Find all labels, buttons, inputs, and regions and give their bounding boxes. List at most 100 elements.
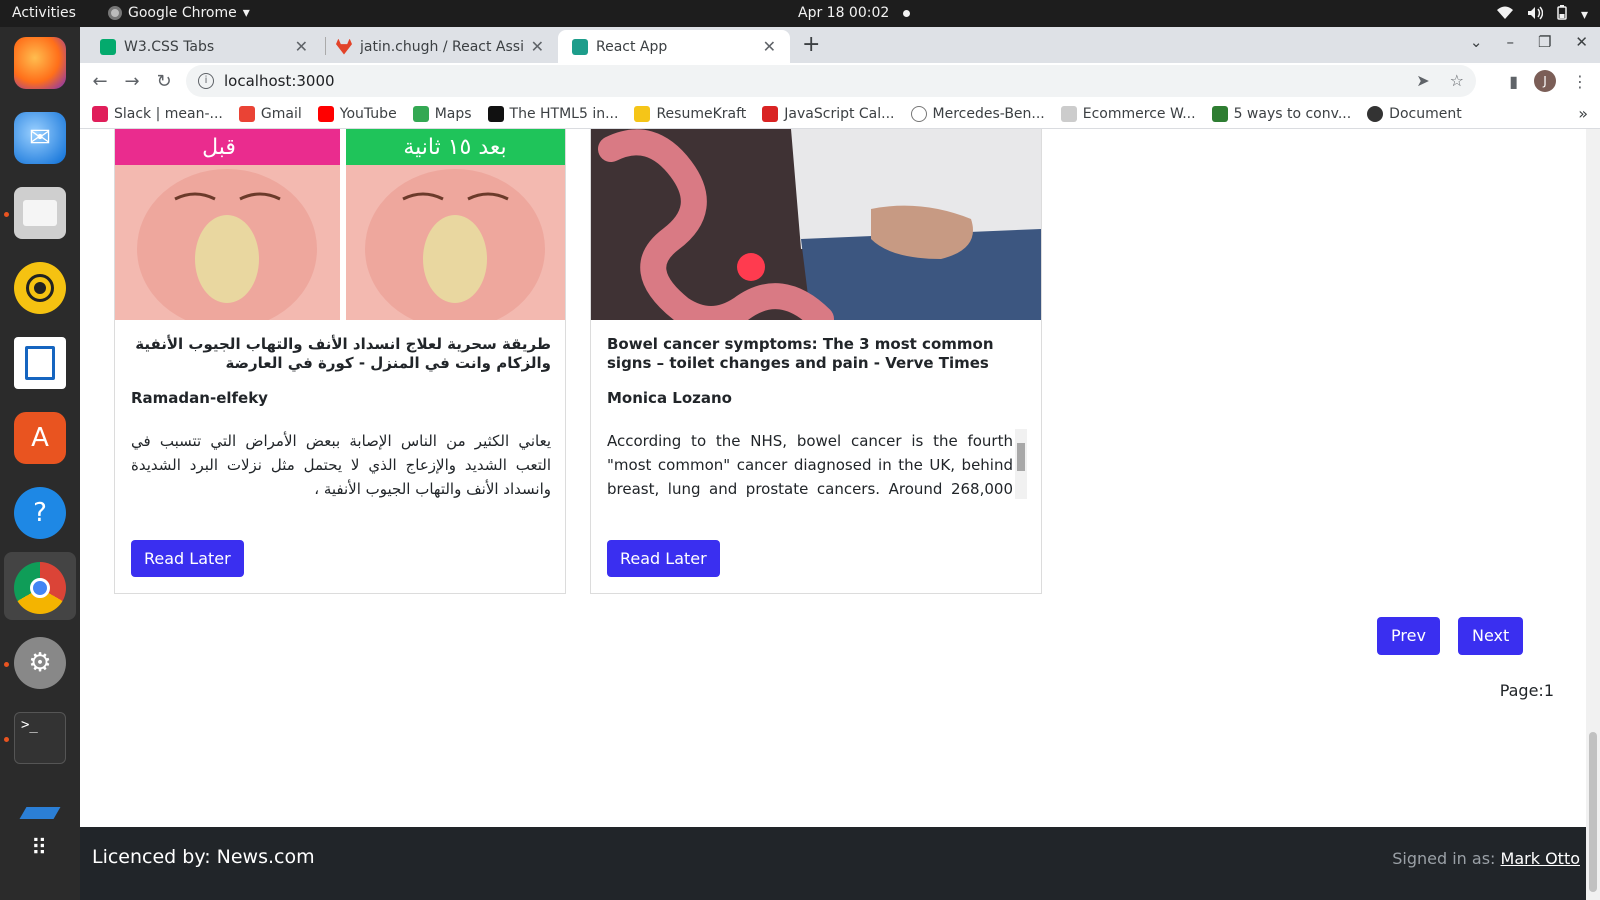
bookmark-document[interactable]: Document	[1367, 105, 1462, 122]
rhythmbox-icon[interactable]	[14, 262, 66, 314]
image-label-after: بعد ١٥ ثانية	[403, 135, 506, 160]
html5-book-icon	[487, 105, 504, 122]
show-apps-icon[interactable]: ⠿	[14, 822, 66, 874]
software-icon[interactable]: A	[14, 412, 66, 464]
bookmark-label: 5 ways to conv...	[1233, 105, 1352, 122]
tab-search-icon[interactable]: ⌄	[1470, 33, 1483, 51]
close-window-icon[interactable]: ✕	[1575, 33, 1588, 51]
read-later-button[interactable]: Read Later	[607, 540, 720, 577]
tab-w3css[interactable]: W3.CSS Tabs ✕	[86, 30, 322, 63]
scrollbar-thumb[interactable]	[1017, 443, 1025, 471]
licence-text: Licenced by: News.com	[92, 846, 315, 868]
running-indicator	[4, 662, 9, 667]
bookmark-ecommerce[interactable]: Ecommerce W...	[1060, 105, 1196, 122]
bookmark-star-icon[interactable]: ☆	[1450, 71, 1464, 90]
chrome-small-icon	[108, 6, 122, 20]
settings-icon[interactable]: ⚙	[14, 637, 66, 689]
description-scrollbar[interactable]	[1015, 429, 1027, 499]
writer-icon[interactable]	[14, 337, 66, 389]
forward-icon[interactable]: →	[116, 71, 148, 92]
close-icon[interactable]: ✕	[295, 37, 308, 56]
help-icon[interactable]: ?	[14, 487, 66, 539]
tab-gitlab[interactable]: jatin.chugh / React Assign ✕	[322, 30, 558, 63]
app-menu[interactable]: Google Chrome ▾	[108, 5, 250, 21]
bookmark-gmail[interactable]: Gmail	[238, 105, 302, 122]
bookmark-maps[interactable]: Maps	[412, 105, 472, 122]
article-icon	[1211, 105, 1228, 122]
more-bookmarks-icon[interactable]: »	[1578, 104, 1588, 123]
news-author: Ramadan-elfeky	[131, 389, 268, 407]
news-card: Bowel cancer symptoms: The 3 most common…	[590, 129, 1042, 594]
page-scrollbar-thumb[interactable]	[1589, 732, 1597, 892]
close-icon[interactable]: ✕	[531, 37, 544, 56]
signed-in-text: Signed in as: Mark Otto	[1392, 849, 1580, 868]
send-icon[interactable]: ➤	[1416, 71, 1429, 90]
tab-title: W3.CSS Tabs	[124, 38, 215, 55]
w3schools-favicon-icon	[100, 38, 116, 55]
bookmark-label: YouTube	[339, 105, 397, 122]
bookmark-label: JavaScript Cal...	[784, 105, 895, 122]
bookmark-label: Mercedes-Ben...	[932, 105, 1045, 122]
notification-dot-icon	[903, 9, 911, 17]
thunderbird-icon[interactable]: ✉	[14, 112, 66, 164]
news-image	[591, 129, 1041, 320]
chevron-down-icon: ▾	[1580, 6, 1588, 23]
next-button[interactable]: Next	[1458, 617, 1524, 655]
page-indicator: Page:1	[1499, 681, 1554, 700]
battery-icon	[1557, 5, 1567, 24]
browser-window: W3.CSS Tabs ✕ jatin.chugh / React Assign…	[80, 27, 1600, 900]
bookmark-javascript[interactable]: JavaScript Cal...	[762, 105, 895, 122]
bookmark-resumekraft[interactable]: ResumeKraft	[634, 105, 746, 122]
bookmark-youtube[interactable]: YouTube	[317, 105, 397, 122]
gmail-icon	[238, 105, 255, 122]
reload-icon[interactable]: ↻	[148, 71, 180, 92]
files-icon[interactable]	[14, 187, 66, 239]
gitlab-favicon-icon	[336, 38, 352, 55]
chrome-icon[interactable]	[14, 562, 66, 614]
side-panel-icon[interactable]: ▮	[1509, 72, 1518, 91]
bookmark-html5[interactable]: The HTML5 in...	[487, 105, 619, 122]
close-icon[interactable]: ✕	[763, 37, 776, 56]
bookmark-5ways[interactable]: 5 ways to conv...	[1211, 105, 1352, 122]
tab-react-app[interactable]: React App ✕	[558, 30, 790, 63]
image-label-before: قبل	[202, 135, 236, 160]
javascript-icon	[762, 105, 779, 122]
chevron-down-icon: ▾	[242, 5, 250, 21]
mercedes-icon	[910, 105, 927, 122]
back-icon[interactable]: ←	[84, 71, 116, 92]
address-bar[interactable]: i localhost:3000 ➤ ☆	[186, 65, 1476, 97]
news-card: قبل بعد ١٥ ثانية طريقة سحرية لعلاج انسدا…	[114, 129, 566, 594]
site-info-icon[interactable]: i	[198, 73, 214, 89]
activities-button[interactable]: Activities	[12, 5, 76, 21]
page-scrollbar[interactable]	[1586, 129, 1600, 900]
clock-text: Apr 18 00:02	[798, 5, 890, 21]
news-author: Monica Lozano	[607, 389, 732, 407]
news-description: يعاني الكثير من الناس الإصابة ببعض الأمر…	[131, 432, 551, 498]
more-menu-icon[interactable]: ⋮	[1572, 72, 1588, 91]
prev-button[interactable]: Prev	[1377, 617, 1440, 655]
firefox-icon[interactable]	[14, 37, 66, 89]
read-later-button[interactable]: Read Later	[131, 540, 244, 577]
react-favicon-icon	[572, 38, 588, 55]
bookmark-label: The HTML5 in...	[509, 105, 619, 122]
bookmark-mercedes[interactable]: Mercedes-Ben...	[910, 105, 1045, 122]
profile-avatar[interactable]: J	[1534, 70, 1556, 92]
terminal-icon[interactable]: >_	[14, 712, 66, 764]
slack-icon	[92, 105, 108, 122]
volume-icon	[1527, 6, 1544, 24]
clock[interactable]: Apr 18 00:02	[798, 5, 911, 21]
news-description: According to the NHS, bowel cancer is th…	[607, 432, 1013, 498]
browser-toolbar: ← → ↻ i localhost:3000 ➤ ☆ ▮ J ⋮	[80, 63, 1600, 99]
new-tab-button[interactable]: +	[802, 32, 820, 57]
page-viewport: قبل بعد ١٥ ثانية طريقة سحرية لعلاج انسدا…	[80, 129, 1600, 900]
restore-icon[interactable]: ❐	[1538, 33, 1551, 51]
globe-icon	[1367, 105, 1384, 122]
system-top-bar: Activities Google Chrome ▾ Apr 18 00:02 …	[0, 0, 1600, 27]
tab-title: jatin.chugh / React Assign	[360, 38, 523, 55]
window-controls: ⌄ – ❐ ✕	[1470, 33, 1588, 51]
minimize-icon[interactable]: –	[1506, 33, 1514, 51]
system-tray[interactable]: ▾	[1496, 5, 1588, 24]
user-link[interactable]: Mark Otto	[1501, 849, 1580, 868]
bookmark-label: Document	[1389, 105, 1462, 122]
bookmark-slack[interactable]: Slack | mean-...	[92, 105, 223, 122]
